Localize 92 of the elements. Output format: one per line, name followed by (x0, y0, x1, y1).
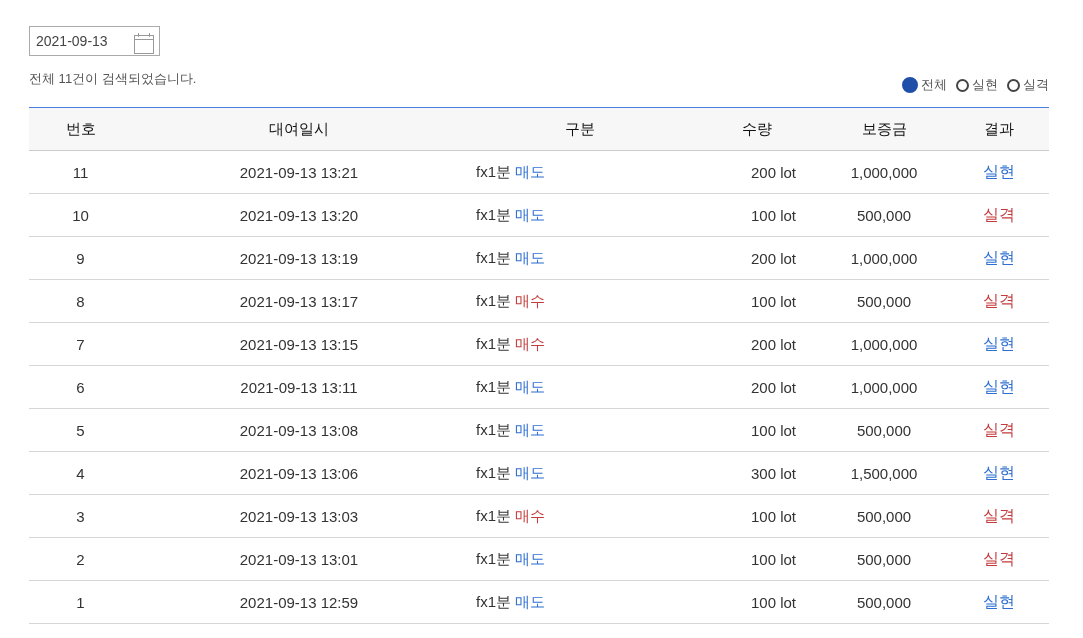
result-text: 실현 (982, 248, 1015, 266)
result-count-text: 전체 11건이 검색되었습니다. (29, 70, 197, 88)
table-cell: 100 lot (693, 408, 820, 452)
filter-radio[interactable]: 실현 (956, 76, 998, 94)
trade-side-text: 매도 (515, 549, 546, 567)
table-cell: 2021-09-13 13:17 (132, 279, 466, 323)
radio-icon[interactable] (1007, 78, 1020, 92)
table-cell: 3 (29, 494, 132, 538)
filter-radio[interactable]: 전체 (902, 76, 947, 94)
table-cell: 9 (29, 236, 132, 280)
radio-icon[interactable] (956, 78, 969, 92)
trade-side-text: 매도 (515, 377, 546, 395)
column-header: 구분 (466, 107, 693, 151)
result-text: 실현 (982, 334, 1015, 352)
table-cell: 2021-09-13 13:01 (132, 537, 466, 581)
filter-radio[interactable]: 실격 (1007, 76, 1049, 94)
table-cell: 500,000 (820, 494, 948, 538)
table-cell: 1,000,000 (820, 150, 948, 194)
table-cell: 2021-09-13 13:03 (132, 494, 466, 538)
product-text: fx1분 (476, 463, 511, 481)
table-cell: 100 lot (693, 193, 820, 237)
radio-icon[interactable] (902, 77, 918, 93)
table-cell: 200 lot (693, 365, 820, 409)
product-text: fx1분 (476, 420, 511, 438)
trade-side-text: 매도 (515, 162, 546, 180)
trade-side-text: 매도 (515, 420, 546, 438)
trade-side-text: 매도 (515, 248, 546, 266)
product-text: fx1분 (476, 549, 511, 567)
product-text: fx1분 (476, 334, 511, 352)
table-cell: 10 (29, 193, 132, 237)
result-text: 실현 (982, 377, 1015, 395)
result-text: 실격 (982, 420, 1015, 438)
product-text: fx1분 (476, 506, 511, 524)
product-text: fx1분 (476, 248, 511, 266)
trade-side-text: 매수 (515, 291, 546, 309)
result-text: 실격 (982, 549, 1015, 567)
table-cell: 1,000,000 (820, 322, 948, 366)
column-header: 대여일시 (132, 107, 466, 151)
table-cell: 1,500,000 (820, 451, 948, 495)
table-cell: 8 (29, 279, 132, 323)
table-cell: 2021-09-13 13:06 (132, 451, 466, 495)
trade-side-text: 매도 (515, 205, 546, 223)
column-header: 수량 (693, 107, 820, 151)
table-cell: 5 (29, 408, 132, 452)
product-text: fx1분 (476, 291, 511, 309)
table-cell: 2021-09-13 13:11 (132, 365, 466, 409)
table-cell: 2021-09-13 12:59 (132, 580, 466, 624)
trade-side-text: 매도 (515, 592, 546, 610)
table-cell: 2021-09-13 13:20 (132, 193, 466, 237)
table-cell: 500,000 (820, 193, 948, 237)
table-cell: 2021-09-13 13:08 (132, 408, 466, 452)
result-text: 실격 (982, 205, 1015, 223)
table-cell: 2021-09-13 13:19 (132, 236, 466, 280)
trade-side-text: 매수 (515, 334, 546, 352)
table-cell: 500,000 (820, 279, 948, 323)
table-cell: 2021-09-13 13:15 (132, 322, 466, 366)
table-cell: 100 lot (693, 279, 820, 323)
calendar-icon[interactable] (133, 32, 155, 54)
table-cell: 1,000,000 (820, 365, 948, 409)
column-header: 결과 (948, 107, 1049, 151)
table-cell: 2 (29, 537, 132, 581)
table-cell: 500,000 (820, 580, 948, 624)
table-cell: 500,000 (820, 408, 948, 452)
table-cell: 1,000,000 (820, 236, 948, 280)
result-text: 실현 (982, 162, 1015, 180)
result-text: 실현 (982, 592, 1015, 610)
product-text: fx1분 (476, 592, 511, 610)
table-cell: 300 lot (693, 451, 820, 495)
table-cell: 500,000 (820, 537, 948, 581)
table-cell: 200 lot (693, 236, 820, 280)
column-header: 보증금 (820, 107, 948, 151)
table-cell: 100 lot (693, 580, 820, 624)
table-cell: 2021-09-13 13:21 (132, 150, 466, 194)
trade-side-text: 매도 (515, 463, 546, 481)
table-cell: 7 (29, 322, 132, 366)
product-text: fx1분 (476, 205, 511, 223)
table-cell: 100 lot (693, 537, 820, 581)
table-cell: 200 lot (693, 150, 820, 194)
trade-side-text: 매수 (515, 506, 546, 524)
table-cell: 1 (29, 580, 132, 624)
result-text: 실현 (982, 463, 1015, 481)
table-cell: 4 (29, 451, 132, 495)
result-text: 실격 (982, 506, 1015, 524)
table-cell: 11 (29, 150, 132, 194)
product-text: fx1분 (476, 162, 511, 180)
date-field[interactable]: 2021-09-13 (29, 26, 160, 56)
table-cell: 6 (29, 365, 132, 409)
table-cell: 200 lot (693, 322, 820, 366)
product-text: fx1분 (476, 377, 511, 395)
table-cell: 100 lot (693, 494, 820, 538)
column-header: 번호 (29, 107, 132, 151)
result-text: 실격 (982, 291, 1015, 309)
